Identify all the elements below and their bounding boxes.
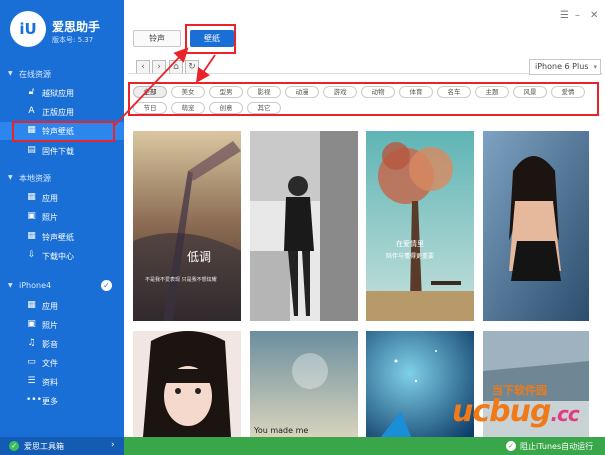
app-window: iU 爱思助手 版本号: 5.37 ▼ 在线资源 🔓︎ 越狱应用 A 正版应用 …: [0, 0, 605, 455]
annotation-arrows: [114, 47, 216, 126]
